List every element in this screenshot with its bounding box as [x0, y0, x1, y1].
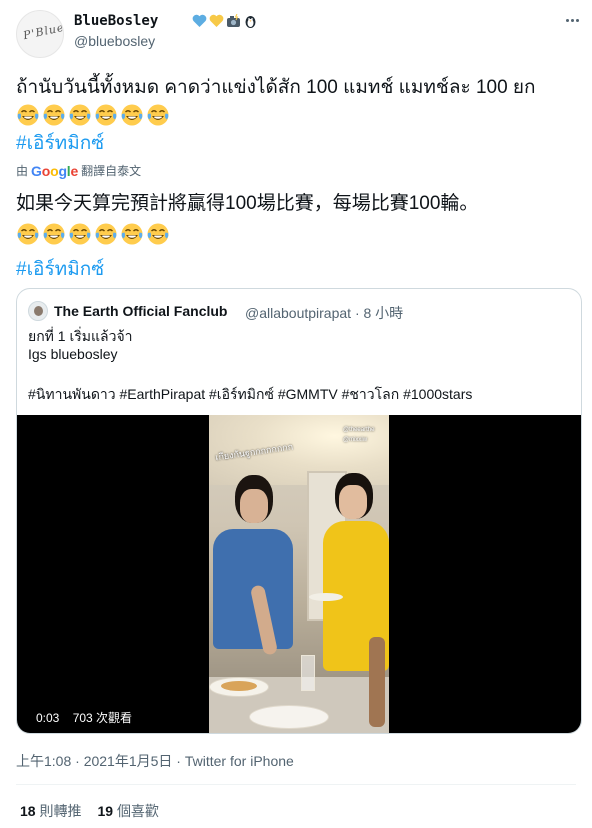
engagement-stats: 18 則轉推 19 個喜歡: [20, 801, 159, 821]
tears-of-joy-icon: [16, 103, 40, 127]
tweet-text-thai: ถ้านับวันนี้ทั้งหมด คาดว่าแข่งได้สัก 100…: [16, 74, 576, 128]
translate-by-label: 由: [16, 164, 29, 178]
likes-stat[interactable]: 19 個喜歡: [97, 801, 158, 821]
avatar-text: P'Blue: [22, 20, 64, 43]
translation-attribution: 由 Google 翻譯自泰文: [16, 162, 141, 179]
tears-of-joy-icon: [146, 222, 170, 246]
retweets-label: 則轉推: [39, 803, 82, 819]
quoted-text-line-2: Igs bluebosley: [28, 346, 118, 362]
name-emojis: [192, 13, 258, 29]
quoted-hashtags: #นิทานพันดาว #EarthPirapat #เอิร์ทมิกซ์ …: [28, 386, 473, 402]
video-views: 703 次觀看: [72, 711, 133, 725]
quoted-tweet-card[interactable]: The Earth Official Fanclub @allaboutpira…: [16, 288, 582, 734]
quoted-handle-time: @allaboutpirapat · 8 小時: [245, 305, 404, 321]
tears-of-joy-icon: [146, 103, 170, 127]
google-logo: Google: [31, 162, 79, 179]
likes-count: 19: [97, 803, 114, 819]
tears-of-joy-icon: [16, 222, 40, 246]
meta-separator: ·: [172, 753, 185, 769]
video-time-views: 0:03 703 次觀看: [32, 707, 137, 728]
hashtag-link-translated[interactable]: #เอิร์ทมิกซ์: [16, 254, 104, 284]
tears-of-joy-icon: [94, 222, 118, 246]
tweet-timestamp[interactable]: 上午1:08 · 2021年1月5日: [16, 753, 172, 769]
tears-of-joy-icon: [68, 222, 92, 246]
video-duration: 0:03: [36, 711, 60, 725]
tweet-text-translated: 如果今天算完預計將贏得100場比賽，每場比賽100輪。: [16, 193, 479, 214]
quoted-avatar: [28, 301, 48, 321]
camera-flash-icon: [226, 14, 241, 28]
tears-of-joy-icon: [42, 103, 66, 127]
tears-of-joy-icon: [68, 103, 92, 127]
more-options-icon[interactable]: [562, 14, 582, 26]
author-display-name[interactable]: BlueBosley: [74, 13, 158, 29]
divider: [16, 784, 576, 785]
tweet-metadata: 上午1:08 · 2021年1月5日 · Twitter for iPhone: [16, 751, 294, 771]
retweets-count: 18: [20, 803, 36, 819]
tears-of-joy-icon: [120, 103, 144, 127]
quoted-display-name: The Earth Official Fanclub: [54, 303, 228, 319]
emoji-row-thai: [16, 103, 170, 127]
tweet: P'Blue BlueBosley @bluebosley ถ้านับวันน…: [0, 0, 592, 828]
tears-of-joy-icon: [42, 222, 66, 246]
avatar[interactable]: P'Blue: [16, 10, 64, 58]
hashtag-link[interactable]: #เอิร์ทมิกซ์: [16, 128, 104, 158]
video-frame: เกียงกันฐูกกกกกกกก @theearthe @mixxiw: [209, 415, 389, 733]
translate-action-label: 翻譯自泰文: [81, 164, 142, 178]
quoted-text-line-1: ยกที่ 1 เริ่มแล้วจ้า: [28, 328, 133, 344]
tweet-header: P'Blue BlueBosley @bluebosley: [16, 10, 579, 58]
tears-of-joy-icon: [94, 103, 118, 127]
penguin-icon: [243, 14, 258, 28]
tweet-text-thai-content: ถ้านับวันนี้ทั้งหมด คาดว่าแข่งได้สัก 100…: [16, 77, 536, 98]
retweets-stat[interactable]: 18 則轉推: [20, 801, 81, 821]
author-handle[interactable]: @bluebosley: [74, 33, 155, 49]
video-tag-1: @theearthe: [343, 427, 375, 433]
video-player[interactable]: เกียงกันฐูกกกกกกกก @theearthe @mixxiw 0:…: [17, 415, 581, 733]
tears-of-joy-icon: [120, 222, 144, 246]
yellow-heart-icon: [209, 14, 224, 28]
tweet-source[interactable]: Twitter for iPhone: [185, 753, 294, 769]
emoji-row-translated: [16, 222, 170, 246]
blue-heart-icon: [192, 14, 207, 28]
likes-label: 個喜歡: [116, 803, 159, 819]
video-tag-2: @mixxiw: [343, 437, 368, 443]
